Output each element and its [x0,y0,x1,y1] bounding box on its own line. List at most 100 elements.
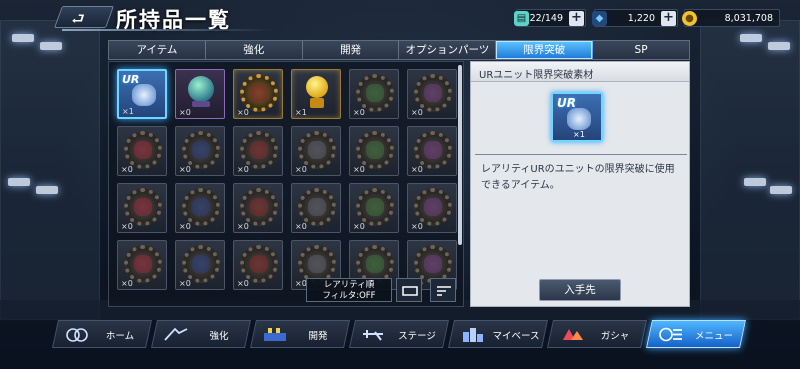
trophy-base-icon [310,98,324,108]
inventory-item[interactable]: ×0 [233,126,283,176]
stage-icon [361,326,387,343]
enhance-icon [163,326,189,343]
inventory-item[interactable]: ×0 [117,126,167,176]
acquisition-button[interactable]: 入手先 [539,279,621,301]
background-light [740,34,762,42]
unit-face-icon [134,255,152,273]
gear-icon [240,74,278,112]
tab-develop[interactable]: 開発 [303,41,400,59]
inventory-item[interactable]: ×0 [233,240,283,290]
unit-face-icon [366,141,384,159]
item-quantity: ×1 [295,108,307,117]
inventory-item[interactable]: ×0 [233,69,283,119]
item-quantity: ×0 [237,108,249,117]
nav-develop[interactable]: 開発 [250,320,350,348]
nav-menu[interactable]: メニュー [646,320,746,348]
sort-filter-status[interactable]: レアリティ順 フィルタ:OFF [306,278,392,302]
unit-face-icon [134,198,152,216]
item-scrollbar[interactable] [458,65,462,245]
tab-sp[interactable]: SP [593,41,689,59]
tab-item[interactable]: アイテム [109,41,206,59]
add-capacity-button[interactable]: + [569,11,584,26]
sort-label: レアリティ順 [323,280,375,290]
detail-description: レアリティURのユニットの限界突破に使用できるアイテム。 [481,164,675,191]
inventory-item[interactable]: ×0 [175,69,225,119]
gem-value: 1,220 [627,12,655,24]
gear-icon [240,131,278,169]
item-quantity: ×0 [179,108,191,117]
inventory-item[interactable]: UR ×1 [117,69,167,119]
nav-stage[interactable]: ステージ [349,320,449,348]
gear-icon [124,188,162,226]
unit-face-icon [134,141,152,159]
unit-face-icon [308,141,326,159]
capacity-counter: ▤ 22/149 + [514,9,586,27]
sort-order-button[interactable] [430,278,456,302]
nav-label: メニュー [694,331,733,342]
gear-icon [124,245,162,283]
inventory-item[interactable]: ×0 [407,126,457,176]
tab-limit-break[interactable]: 限界突破 [496,41,594,59]
storage-icon: ▤ [514,11,529,26]
gear-icon [182,188,220,226]
inventory-item[interactable]: ×0 [349,126,399,176]
inventory-item[interactable]: ×0 [291,126,341,176]
item-quantity: ×0 [353,222,365,231]
detail-title: URユニット限界突破素材 [479,70,594,81]
unit-face-icon [308,255,326,273]
inventory-item[interactable]: ×0 [233,183,283,233]
gear-icon [182,245,220,283]
inventory-item[interactable]: ×0 [175,183,225,233]
inventory-item[interactable]: ×0 [349,183,399,233]
add-gems-button[interactable]: + [661,11,676,26]
gear-icon [298,188,336,226]
inventory-item[interactable]: ×0 [117,240,167,290]
nav-inner: ガシャ [551,321,643,347]
item-quantity: ×0 [121,222,133,231]
item-quantity: ×0 [411,222,423,231]
trophy-icon [306,76,328,98]
gear-icon [414,188,452,226]
background-light [40,42,62,50]
background-wall-left [0,20,100,320]
nav-inner: マイベース [452,321,544,347]
title-underline [62,29,272,31]
unit-face-icon [366,255,384,273]
back-button[interactable]: ⮐ [53,6,115,28]
nav-inner: 強化 [155,321,247,347]
tab-enhance[interactable]: 強化 [206,41,303,59]
tab-option-parts[interactable]: オプションパーツ [399,41,497,59]
inventory-item[interactable]: ×0 [349,69,399,119]
background-light [770,186,792,194]
item-quantity: ×0 [237,222,249,231]
nav-label: マイベース [492,331,540,342]
nav-gacha[interactable]: ガシャ [547,320,647,348]
inventory-item[interactable]: ×0 [407,183,457,233]
game-screen: ⮐ 所持品一覧 ▤ 22/149 + ◆ 1,220 + ● 8,031,708… [0,0,800,369]
nav-label: ガシャ [600,331,630,342]
inventory-item[interactable]: ×0 [175,126,225,176]
inventory-item[interactable]: ×0 [291,183,341,233]
item-quantity: ×0 [237,279,249,288]
category-tabs: アイテム 強化 開発 オプションパーツ 限界突破 SP [108,40,690,60]
nav-base[interactable]: マイベース [448,320,548,348]
inventory-item[interactable]: ×1 [291,69,341,119]
gear-icon [298,131,336,169]
inventory-item[interactable]: ×0 [175,240,225,290]
orb-icon [188,76,214,102]
unit-face-icon [192,141,210,159]
unit-face-icon [192,198,210,216]
gacha-icon [559,326,585,343]
gear-icon [356,131,394,169]
unit-face-icon [250,141,268,159]
nav-label: 開発 [308,331,328,342]
nav-home[interactable]: ホーム [52,320,152,348]
inventory-item[interactable]: ×0 [117,183,167,233]
item-quantity: ×0 [411,108,423,117]
inventory-item[interactable]: ×0 [407,69,457,119]
capacity-value: 22/149 [529,12,563,24]
gear-icon [414,74,452,112]
view-toggle-button[interactable] [396,278,422,302]
item-quantity: ×1 [122,107,134,116]
nav-enhance[interactable]: 強化 [151,320,251,348]
